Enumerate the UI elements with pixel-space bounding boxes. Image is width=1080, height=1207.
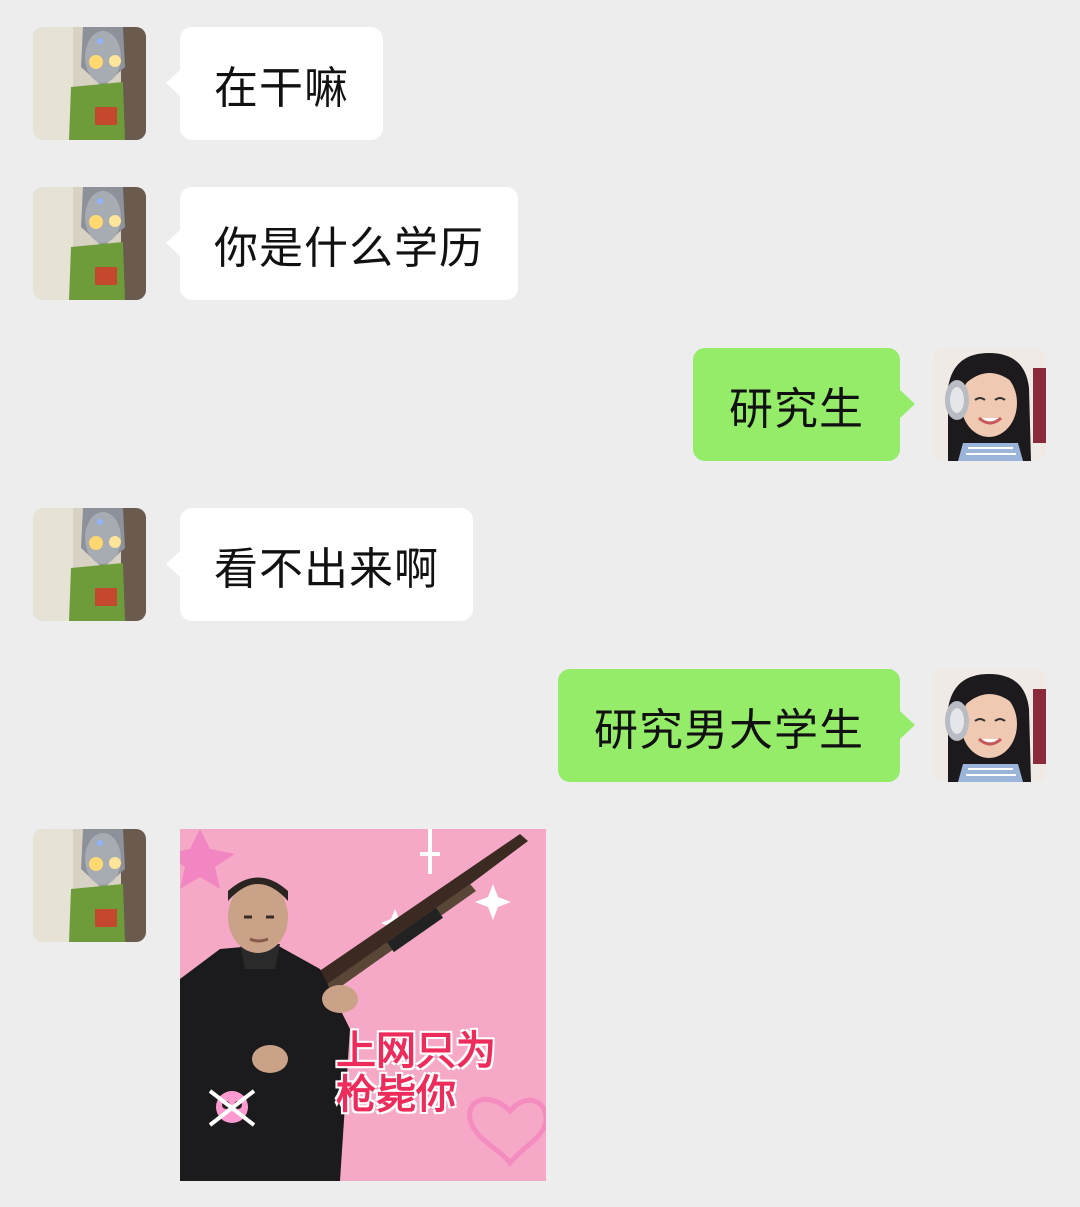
outgoing-message-bubble[interactable]: 研究生 bbox=[693, 348, 915, 461]
contact-avatar[interactable] bbox=[33, 27, 146, 140]
contact-avatar[interactable] bbox=[33, 829, 146, 942]
sticker-caption: 上网只为 枪毙你 bbox=[336, 1029, 546, 1117]
chat-message-list[interactable]: 在干嘛 你是什么学历 研究生 看不出来啊 研究男大学生 上网只为 枪毙你 bbox=[0, 0, 1080, 1207]
message-text: 你是什么学历 bbox=[214, 222, 484, 274]
incoming-message-bubble[interactable]: 看不出来啊 bbox=[166, 508, 473, 621]
message-text: 在干嘛 bbox=[214, 62, 349, 114]
message-text: 研究男大学生 bbox=[594, 704, 864, 756]
incoming-message-bubble[interactable]: 在干嘛 bbox=[166, 27, 383, 140]
contact-avatar[interactable] bbox=[33, 508, 146, 621]
my-avatar[interactable] bbox=[933, 669, 1046, 782]
my-avatar[interactable] bbox=[933, 348, 1046, 461]
contact-avatar[interactable] bbox=[33, 187, 146, 300]
message-text: 看不出来啊 bbox=[214, 543, 439, 595]
message-text: 研究生 bbox=[729, 383, 864, 435]
sticker-caption-line: 枪毙你 bbox=[336, 1072, 456, 1118]
outgoing-message-bubble[interactable]: 研究男大学生 bbox=[558, 669, 915, 782]
man-with-rifle-sticker-image bbox=[180, 829, 546, 1181]
sticker-caption-line: 上网只为 bbox=[336, 1028, 496, 1074]
sticker-message[interactable]: 上网只为 枪毙你 bbox=[180, 829, 546, 1181]
incoming-message-bubble[interactable]: 你是什么学历 bbox=[166, 187, 518, 300]
